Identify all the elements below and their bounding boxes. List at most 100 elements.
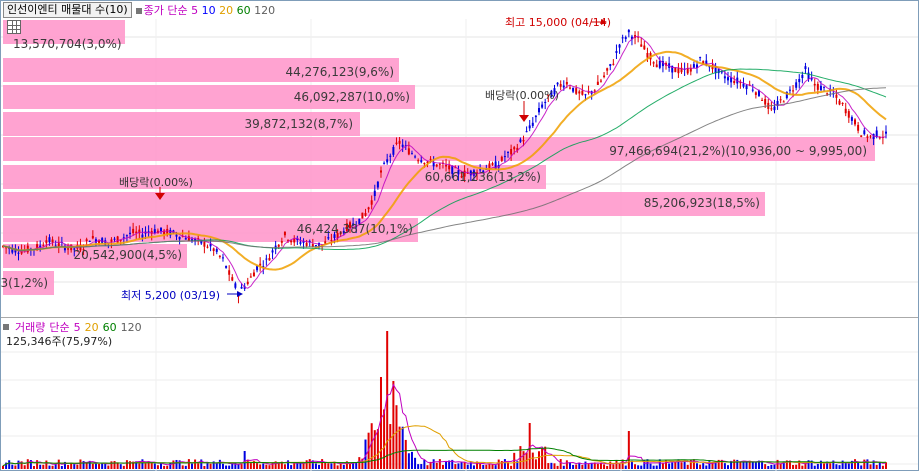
ex-dividend-label: 배당락(0.00%) [119,176,193,189]
volume-bar [14,465,17,469]
volume-bar [104,463,107,469]
candle-body [389,155,392,157]
volume-bar [349,463,352,469]
price-panel: 13,570,704(3,0%) 44,276,123(9,6%) 46,092,2… [1,1,918,315]
candle-body [640,44,643,47]
ma-period-5: 5 [191,4,199,17]
candle-body [314,244,317,246]
volume-bar [175,459,178,469]
volume-bar [668,463,671,469]
candle-body [42,245,45,247]
candle-body [445,165,448,167]
candle-body [116,236,119,244]
volume-bar [85,462,88,469]
candle-body [572,87,575,92]
volume-bar [835,464,838,469]
candle-body [841,102,844,104]
candle-body [525,131,528,133]
candle-body [606,68,609,71]
volume-profile-label: 60,661,236(13,2%) [425,170,541,184]
candle-body [379,170,382,173]
volume-bar [206,463,209,469]
volume-bar [395,405,398,469]
volume-profile-label: 20,542,900(4,5%) [73,248,182,262]
candle-body [417,160,420,162]
candle-body [541,104,544,108]
candle-body [129,232,132,235]
volume-bar [228,465,231,469]
candle-body [655,64,658,68]
volume-bar [404,439,407,469]
candle-body [612,63,615,65]
candle-body [184,238,187,240]
volume-bar [606,465,609,469]
grid-settings-icon[interactable] [7,20,21,34]
volume-bar [494,465,497,469]
candle-body [246,281,249,285]
volume-bar [383,409,386,469]
candle-body [519,139,522,142]
candle-body [627,29,630,33]
volume-bar [603,464,606,469]
volume-bar [98,463,101,469]
vol-ma-20: 20 [84,320,99,334]
volume-bar [237,464,240,469]
volume-bar [324,462,327,469]
volume-bar [568,462,571,469]
volume-bar [194,459,197,469]
volume-profile-label: 39,872,132(8,7%) [244,117,353,131]
volume-bar [290,465,293,469]
volume-bar [2,465,4,469]
candle-body [503,156,506,158]
volume-bar [537,451,540,469]
volume-bar [445,461,448,469]
candle-body [221,257,224,259]
volume-bar [420,464,423,469]
volume-bar [829,463,832,469]
candle-body [847,111,850,118]
volume-bar [565,460,568,469]
volume-bar [457,463,460,469]
candle-body [562,85,565,88]
volume-current: 125,346주(75,97%) [6,335,113,348]
volume-bar [321,459,324,469]
volume-bar [857,462,860,469]
volume-bar [181,465,184,469]
volume-bar [562,465,565,469]
vol-ma-120: 120 [120,320,142,334]
volume-bar [696,463,699,469]
volume-bar [76,464,79,469]
ma-period-10: 10 [201,4,216,17]
candle-body [544,102,547,104]
volume-bar [26,459,29,469]
volume-bar [268,465,271,469]
volume-bar [435,462,438,469]
volume-panel: 거래량 단순 5 20 60 120 125,346주(75,97%) [1,317,918,471]
candle-body [414,156,417,158]
volume-bar [823,463,826,469]
vol-ma-5: 5 [73,320,81,334]
candle-body [866,136,869,138]
volume-bar [249,463,252,469]
candle-body [754,92,757,95]
volume-bar [587,464,590,469]
candle-body [88,240,91,242]
candle-body [885,131,887,134]
volume-bar [234,462,237,469]
candle-body [816,83,819,90]
ma-period-20: 20 [219,4,234,17]
candle-body [835,94,838,98]
volume-bar [572,464,575,469]
stock-label[interactable]: 인선이엔티 매물대 수(10) [3,2,132,18]
volume-bar [318,464,321,469]
volume-bar [479,463,482,469]
volume-bar [392,381,395,469]
price-chart-svg: 13,570,704(3,0%) 44,276,123(9,6%) 46,092,2… [1,16,918,315]
candle-body [160,227,163,232]
volume-bar [45,460,48,469]
volume-bar [166,465,169,469]
candle-body [429,158,432,160]
volume-bar [767,465,770,469]
volume-bar [634,464,637,469]
volume-bar [54,464,57,469]
